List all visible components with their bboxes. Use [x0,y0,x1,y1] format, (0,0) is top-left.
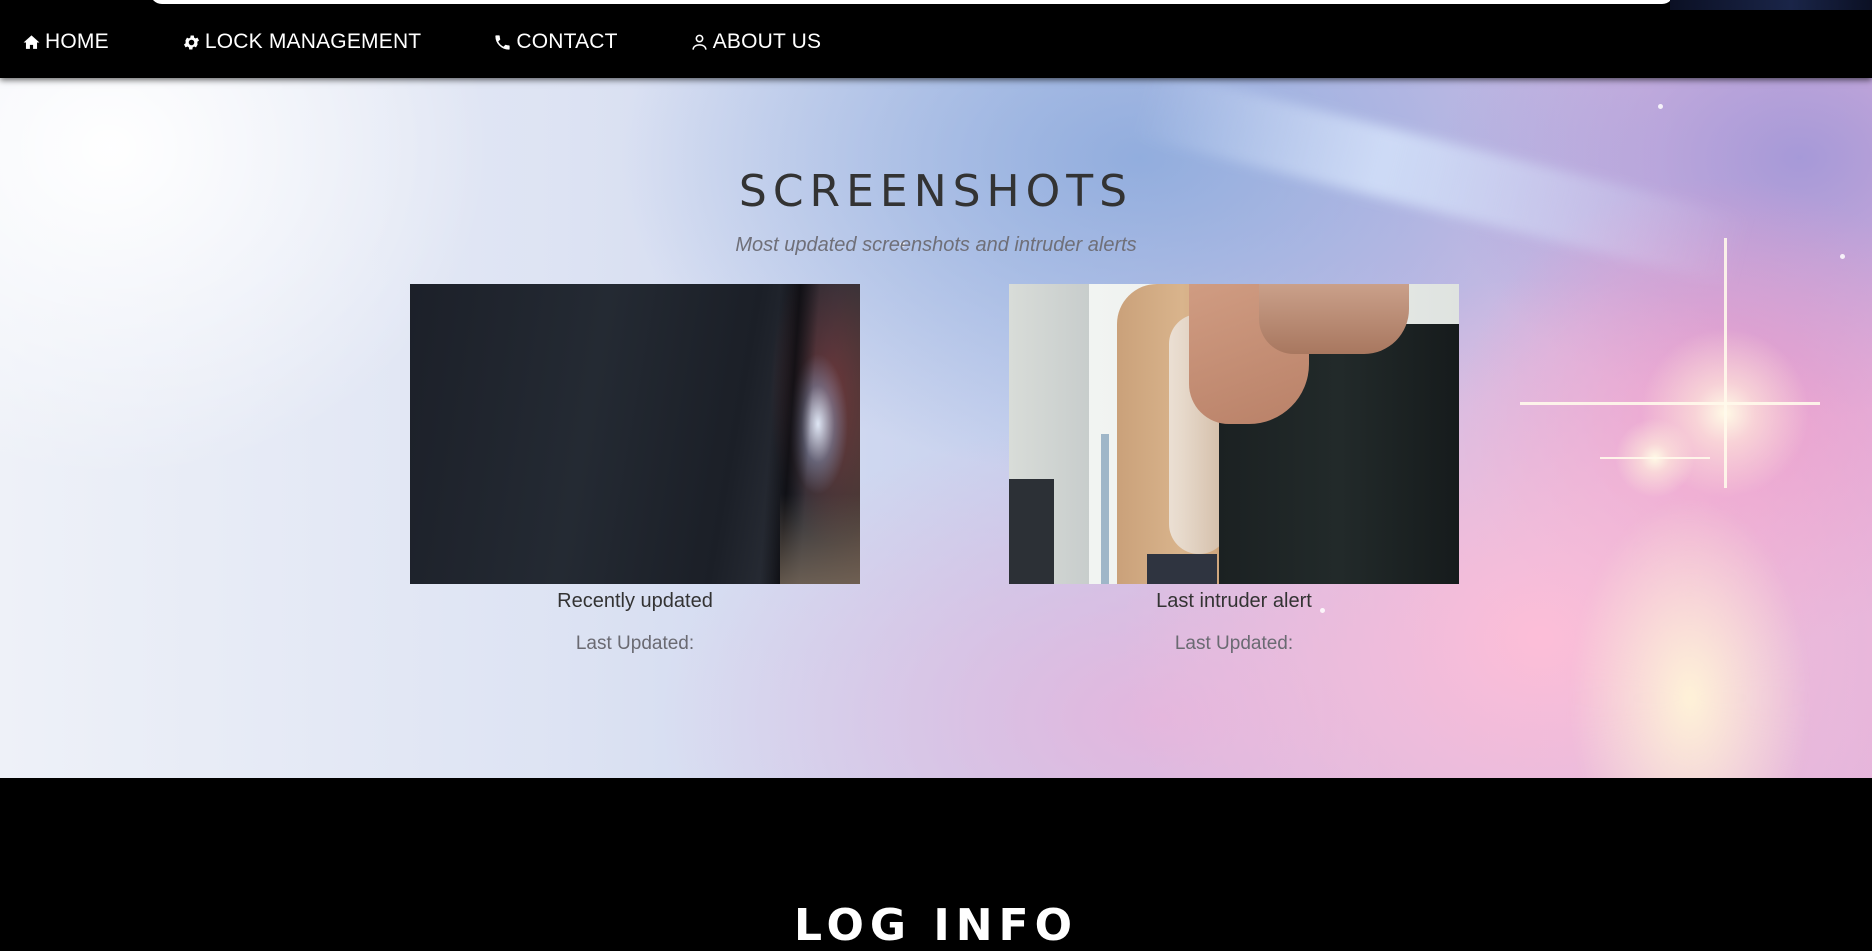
recent-screenshot-image[interactable] [410,284,860,584]
user-icon [692,34,707,50]
phone-icon [495,34,510,50]
gear-icon [183,35,199,49]
nav-item-label: CONTACT [516,30,618,53]
background-star-ray [1724,238,1727,488]
nav-item-about-us[interactable]: ABOUT US [690,30,822,54]
card-caption: Last intruder alert [1156,590,1312,612]
nav-item-contact[interactable]: CONTACT [493,30,617,54]
header-background-strip [1670,0,1872,10]
background-sparkle [1658,104,1663,109]
log-info-section: LOG INFO [0,778,1872,951]
nav-item-label: LOCK MANAGEMENT [204,30,422,53]
background-nebula-glow [1520,478,1850,778]
image-detail [1009,284,1089,584]
screenshot-card-recent: Recently updated Last Updated: [410,284,860,655]
section-title: LOG INFO [794,900,1078,951]
screenshots-section: SCREENSHOTS Most updated screenshots and… [0,78,1872,778]
screenshot-card-intruder: Last intruder alert Last Updated: [1009,284,1459,655]
home-icon [23,34,40,49]
top-navbar: HOME LOCK MANAGEMENT CONTACT ABOUT US [0,0,1872,78]
last-updated-label: Last Updated: [575,633,695,654]
section-title: SCREENSHOTS [738,166,1134,217]
image-detail [1259,284,1409,354]
nav-item-label: ABOUT US [712,30,822,53]
last-updated-label: Last Updated: [1174,633,1294,654]
section-subtitle: Most updated screenshots and intruder al… [735,234,1137,256]
intruder-alert-image[interactable] [1009,284,1459,584]
image-detail [1101,434,1109,584]
background-star-ray [1520,402,1820,405]
search-bar-edge[interactable] [150,0,1674,4]
image-detail [780,494,860,584]
background-star-ray [1600,457,1710,459]
nav-item-label: HOME [45,30,109,53]
nav-item-home[interactable]: HOME [22,30,109,54]
nav-item-lock-management[interactable]: LOCK MANAGEMENT [182,30,422,54]
main-nav: HOME LOCK MANAGEMENT CONTACT ABOUT US [22,30,821,54]
card-caption: Recently updated [557,590,713,612]
